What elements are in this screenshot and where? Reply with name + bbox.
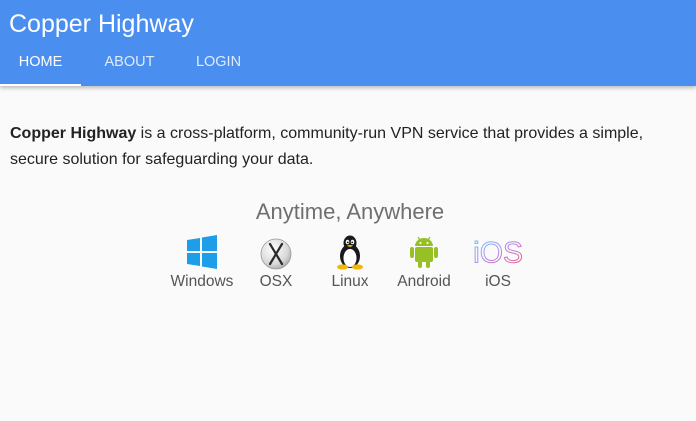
- osx-icon: [260, 238, 292, 270]
- platform-label-windows: Windows: [170, 273, 234, 290]
- windows-icon: [187, 235, 217, 269]
- platform-label-ios: iOS: [485, 273, 511, 290]
- ios-icon: iOS: [473, 236, 524, 270]
- platform-ios: iOS iOS: [458, 234, 538, 292]
- tab-home[interactable]: HOME: [0, 40, 81, 86]
- android-icon: [410, 236, 438, 268]
- platform-label-android: Android: [397, 273, 451, 290]
- linux-tux-icon: [337, 235, 363, 270]
- svg-text:iOS: iOS: [473, 236, 523, 269]
- platform-linux: Linux: [310, 234, 390, 292]
- tab-login[interactable]: LOGIN: [178, 40, 259, 86]
- intro-brand: Copper Highway: [10, 125, 137, 142]
- platform-windows: Windows: [162, 234, 242, 292]
- app-bar: Copper Highway HOME ABOUT LOGIN: [0, 0, 696, 86]
- platform-list: Windows OSX Linux Android iOS iOS: [0, 234, 696, 294]
- platform-android: Android: [384, 234, 464, 292]
- app-title[interactable]: Copper Highway: [9, 8, 194, 40]
- platform-label-osx: OSX: [259, 273, 293, 290]
- intro-text: Copper Highway is a cross-platform, comm…: [10, 121, 694, 173]
- platform-label-linux: Linux: [331, 273, 369, 290]
- tab-about[interactable]: ABOUT: [81, 40, 178, 86]
- nav-tabs: HOME ABOUT LOGIN: [0, 40, 259, 86]
- tagline: Anytime, Anywhere: [255, 199, 445, 224]
- platform-osx: OSX: [236, 234, 316, 292]
